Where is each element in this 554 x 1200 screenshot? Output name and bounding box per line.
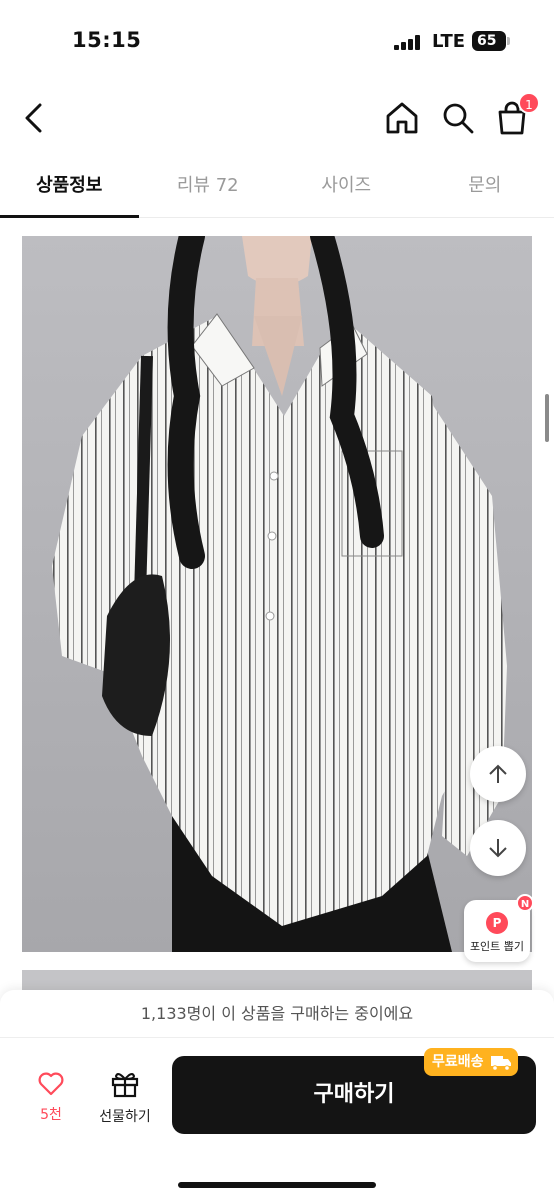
purchase-bar: 1,133명이 이 상품을 구매하는 중이에요 5천 선물하기 구매하기 <box>0 990 554 1200</box>
scroll-up-button[interactable] <box>470 746 526 802</box>
point-icon: P <box>486 912 508 934</box>
tab-inquiry[interactable]: 문의 <box>416 160 554 217</box>
new-badge: N <box>516 894 534 912</box>
free-shipping-badge: 무료배송 <box>424 1048 518 1076</box>
signal-icon <box>394 34 424 50</box>
point-draw-label: 포인트 뽑기 <box>469 940 525 953</box>
network-label: LTE <box>432 31 466 52</box>
gift-icon <box>111 1073 139 1098</box>
product-photo <box>22 236 532 952</box>
home-indicator <box>178 1182 376 1188</box>
app-header: 1 <box>0 88 554 150</box>
arrow-up-icon <box>489 764 507 783</box>
gift-label: 선물하기 <box>99 1109 151 1125</box>
like-count: 5천 <box>40 1107 62 1123</box>
cart-button[interactable]: 1 <box>492 92 540 140</box>
gift-button[interactable]: 선물하기 <box>92 1070 158 1126</box>
cart-count-badge: 1 <box>518 92 540 114</box>
home-icon <box>386 102 418 134</box>
status-bar: 15:15 LTE 65 <box>0 0 554 80</box>
buyers-count-text: 1,133명이 이 상품을 구매하는 중이에요 <box>0 990 554 1038</box>
battery-icon: 65 <box>472 31 510 51</box>
tab-product-info[interactable]: 상품정보 <box>0 160 139 218</box>
home-button[interactable] <box>380 96 424 140</box>
chevron-left-icon <box>25 103 42 133</box>
scroll-indicator[interactable] <box>545 394 549 442</box>
search-button[interactable] <box>436 96 480 140</box>
tab-reviews[interactable]: 리뷰 72 <box>139 160 278 217</box>
status-time: 15:15 <box>72 28 142 52</box>
arrow-down-icon <box>489 839 507 858</box>
like-button[interactable]: 5천 <box>26 1070 76 1126</box>
search-icon <box>443 103 474 134</box>
product-tabs: 상품정보 리뷰 72 사이즈 문의 <box>0 160 554 218</box>
point-draw-button[interactable]: P N 포인트 뽑기 <box>464 894 534 962</box>
free-shipping-label: 무료배송 <box>432 1054 484 1070</box>
product-photo-illustration <box>22 236 532 952</box>
back-button[interactable] <box>12 96 56 140</box>
truck-icon <box>490 1056 511 1071</box>
tab-size[interactable]: 사이즈 <box>277 160 416 217</box>
scroll-down-button[interactable] <box>470 820 526 876</box>
heart-icon <box>38 1072 64 1096</box>
